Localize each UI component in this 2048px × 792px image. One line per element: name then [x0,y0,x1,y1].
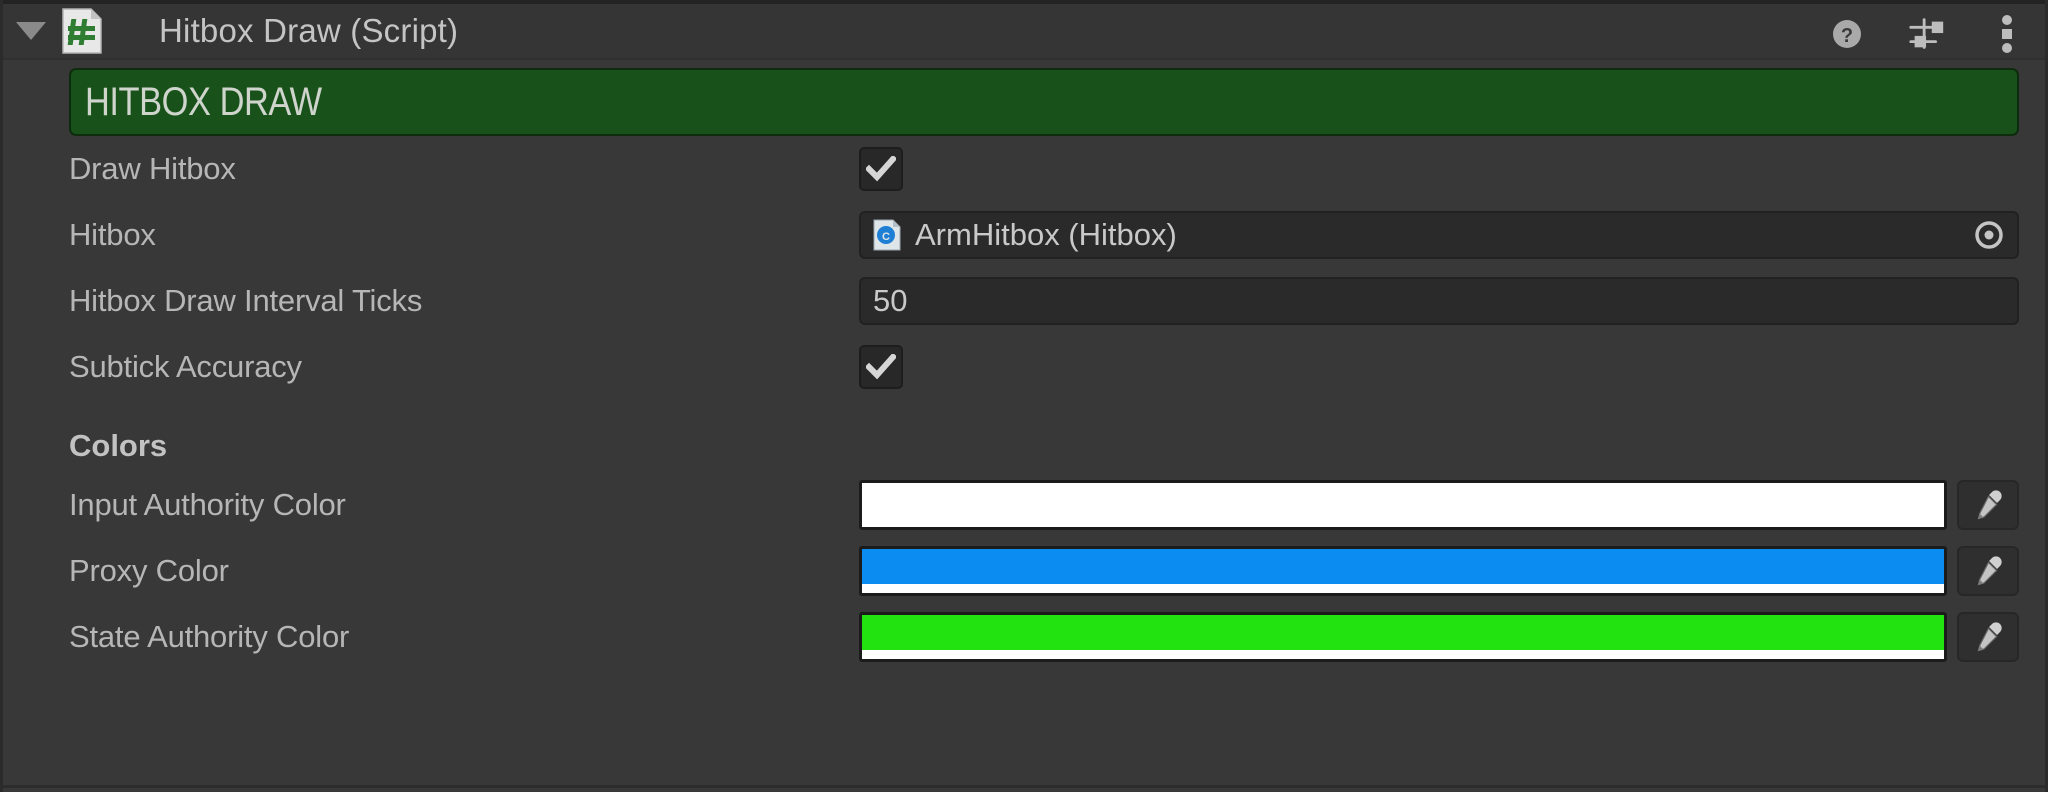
inspector-panel: Hitbox Draw (Script) ? HITBOX DRAW Draw … [0,0,2048,792]
color-main [862,615,1944,650]
component-foldout-toggle[interactable] [3,3,59,59]
hitbox-draw-banner-wrap: HITBOX DRAW [3,60,2045,136]
csharp-script-mini-icon: C [873,219,901,251]
hitbox-draw-interval-ticks-value: 50 [873,283,908,318]
property-row-state-authority-color: State Authority Color [69,604,2019,670]
property-row-subtick-accuracy: Subtick Accuracy [69,334,2019,400]
property-label: Hitbox [69,217,156,252]
color-alpha-bar [862,650,1944,659]
draw-hitbox-checkbox[interactable] [859,147,903,191]
property-value [859,546,2019,596]
property-value [859,147,2019,191]
property-value: 50 [859,277,2019,325]
hitbox-draw-interval-ticks-input[interactable]: 50 [859,277,2019,325]
property-value [859,612,2019,662]
eyedropper-icon [1977,556,2002,586]
proxy-color-swatch[interactable] [859,546,1947,596]
input-authority-color-swatch[interactable] [859,480,1947,530]
property-label: Draw Hitbox [69,151,236,186]
banner-label: HITBOX DRAW [85,79,322,124]
state-authority-eyedropper-button[interactable] [1957,612,2019,662]
subtick-accuracy-checkbox[interactable] [859,345,903,389]
color-alpha-bar [862,584,1944,593]
color-main [862,483,1944,518]
colors-section-label: Colors [69,428,168,463]
state-authority-color-swatch[interactable] [859,612,1947,662]
hitbox-draw-banner: HITBOX DRAW [69,68,2019,136]
component-header[interactable]: Hitbox Draw (Script) ? [3,0,2045,60]
property-label: Subtick Accuracy [69,349,302,384]
property-rows: Draw Hitbox Hitbox C ArmHitbox (Hitbox) … [3,136,2045,670]
colors-section-header: Colors [69,400,2019,472]
property-row-hitbox: Hitbox C ArmHitbox (Hitbox) [69,202,2019,268]
property-row-proxy-color: Proxy Color [69,538,2019,604]
property-row-hitbox-draw-interval-ticks: Hitbox Draw Interval Ticks 50 [69,268,2019,334]
property-label: Input Authority Color [69,487,346,522]
color-main [862,549,1944,584]
svg-text:C: C [882,231,890,243]
property-value [859,345,2019,389]
header-icon-group: ? [1827,4,2027,64]
proxy-color-eyedropper-button[interactable] [1957,546,2019,596]
check-icon [866,354,896,380]
property-label: State Authority Color [69,619,350,654]
check-icon [866,156,896,182]
page-title: Hitbox Draw (Script) [159,12,459,49]
help-icon[interactable]: ? [1827,12,1867,56]
hitbox-object-value: ArmHitbox (Hitbox) [915,217,1177,252]
triangle-down-icon [16,22,46,40]
csharp-script-icon [61,7,103,55]
input-authority-eyedropper-button[interactable] [1957,480,2019,530]
svg-text:?: ? [1841,25,1853,47]
property-value [859,480,2019,530]
property-row-input-authority-color: Input Authority Color [69,472,2019,538]
property-row-draw-hitbox: Draw Hitbox [69,136,2019,202]
object-picker-icon[interactable] [1967,215,2011,255]
eyedropper-icon [1977,490,2002,520]
color-alpha-bar [862,518,1944,527]
kebab-menu-icon[interactable] [1987,12,2027,56]
eyedropper-icon [1977,622,2002,652]
hitbox-object-field[interactable]: C ArmHitbox (Hitbox) [859,211,2019,259]
property-value: C ArmHitbox (Hitbox) [859,211,2019,259]
panel-bottom-divider [3,785,2045,788]
property-label: Hitbox Draw Interval Ticks [69,283,423,318]
preset-icon[interactable] [1907,12,1947,56]
property-label: Proxy Color [69,553,229,588]
